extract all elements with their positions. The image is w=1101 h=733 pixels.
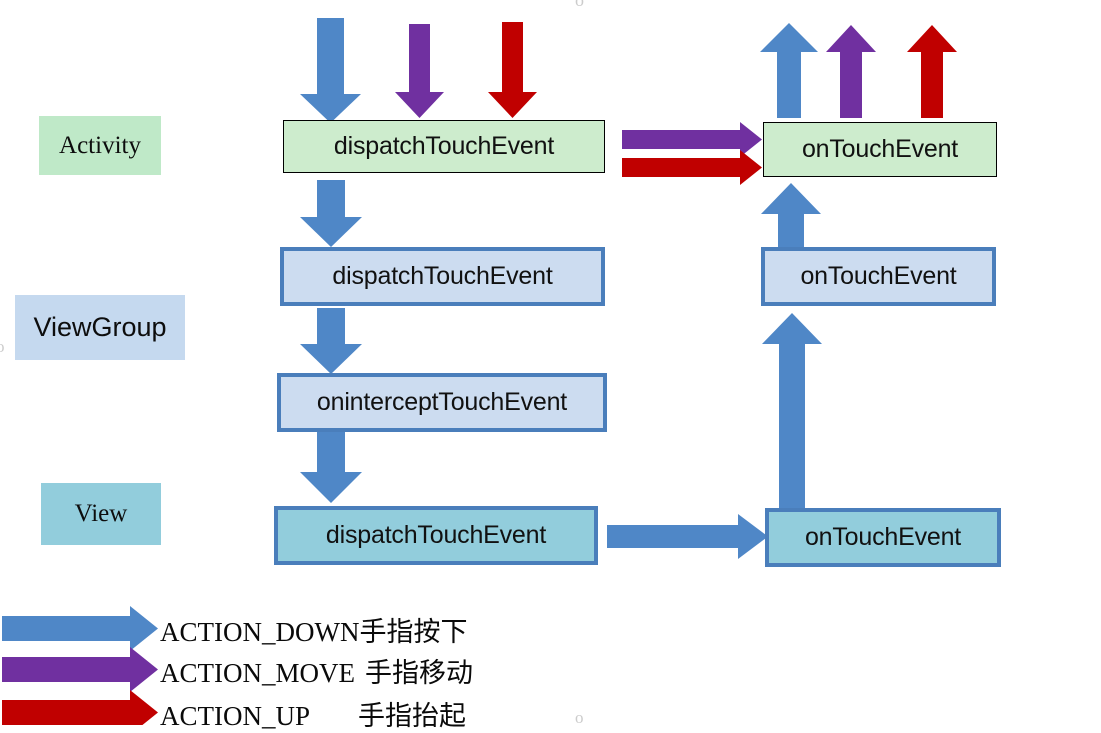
arrow-down-viewgroup-intercept-to-view-dispatch	[300, 432, 362, 503]
legend-item-action-move: ACTION_MOVE 手指移动	[0, 651, 520, 689]
tier-label-viewgroup-text: ViewGroup	[33, 312, 167, 342]
node-viewgroup-dispatch-touch-event[interactable]: dispatchTouchEvent	[280, 247, 605, 306]
node-view-dispatch-touch-event[interactable]: dispatchTouchEvent	[274, 506, 598, 565]
scan-artifact-bottom: o	[575, 708, 584, 727]
node-viewgroup-on-touch-event[interactable]: onTouchEvent	[761, 247, 996, 306]
node-viewgroup-dispatch-touch-event-label: dispatchTouchEvent	[332, 262, 553, 290]
legend-action-name-move: ACTION_MOVE	[160, 657, 355, 688]
arrow-down-activity-dispatch-to-viewgroup-dispatch	[300, 180, 362, 247]
legend-action-chinese-down: 手指按下	[359, 616, 468, 647]
arrow-down-action-down-to-activity-dispatch	[300, 18, 361, 123]
arrow-up-action-move-from-activity-ontouch	[826, 25, 876, 118]
arrow-up-action-up-from-activity-ontouch	[907, 25, 957, 118]
legend-label-action-up: ACTION_UP 手指抬起	[160, 694, 466, 733]
node-view-on-touch-event[interactable]: onTouchEvent	[765, 508, 1001, 567]
legend-arrow-slot-action-down	[0, 610, 160, 648]
arrow-down-viewgroup-dispatch-to-intercept	[300, 308, 362, 374]
arrow-up-viewgroup-ontouch-to-activity-ontouch	[761, 183, 821, 247]
legend-action-chinese-up: 手指抬起	[358, 700, 467, 731]
tier-label-activity-text: Activity	[59, 131, 141, 159]
arrow-right-action-up-activity-dispatch-to-ontouch	[622, 150, 762, 185]
legend-label-action-down: ACTION_DOWN 手指按下	[160, 610, 467, 649]
legend-action-name-up: ACTION_UP	[160, 700, 311, 731]
legend-item-action-down: ACTION_DOWN 手指按下	[0, 610, 520, 648]
node-view-dispatch-touch-event-label: dispatchTouchEvent	[325, 521, 547, 549]
arrow-up-action-down-from-activity-ontouch	[760, 23, 818, 118]
node-viewgroup-on-intercept-touch-event-label: oninterceptTouchEvent	[316, 388, 568, 416]
node-view-on-touch-event-label: onTouchEvent	[804, 523, 962, 551]
node-viewgroup-on-touch-event-label: onTouchEvent	[800, 262, 957, 290]
tier-label-view: View	[41, 483, 161, 545]
arrow-up-view-ontouch-to-viewgroup-ontouch	[762, 313, 822, 510]
legend-arrow-slot-action-up	[0, 694, 160, 732]
node-activity-on-touch-event[interactable]: onTouchEvent	[763, 122, 997, 177]
node-activity-dispatch-touch-event[interactable]: dispatchTouchEvent	[283, 120, 605, 173]
legend-item-action-up: ACTION_UP 手指抬起	[0, 694, 520, 732]
tier-label-viewgroup: ViewGroup	[15, 295, 185, 360]
arrow-down-action-move-to-activity-dispatch	[395, 24, 444, 118]
legend-arrow-slot-action-move	[0, 651, 160, 689]
arrow-down-action-up-to-activity-dispatch	[488, 22, 537, 118]
node-activity-on-touch-event-label: onTouchEvent	[801, 135, 959, 163]
scan-artifact-left: o	[0, 337, 5, 356]
legend-action-name-down: ACTION_DOWN	[160, 616, 360, 647]
tier-label-activity: Activity	[39, 116, 161, 175]
node-activity-dispatch-touch-event-label: dispatchTouchEvent	[333, 132, 555, 160]
legend-action-chinese-move: 手指移动	[365, 657, 473, 688]
scan-artifact-top: o	[575, 0, 584, 10]
node-viewgroup-on-intercept-touch-event[interactable]: oninterceptTouchEvent	[277, 373, 607, 432]
legend-label-action-move: ACTION_MOVE 手指移动	[160, 651, 473, 690]
tier-label-view-text: View	[74, 500, 128, 527]
arrow-right-view-dispatch-to-view-ontouch	[607, 514, 768, 559]
